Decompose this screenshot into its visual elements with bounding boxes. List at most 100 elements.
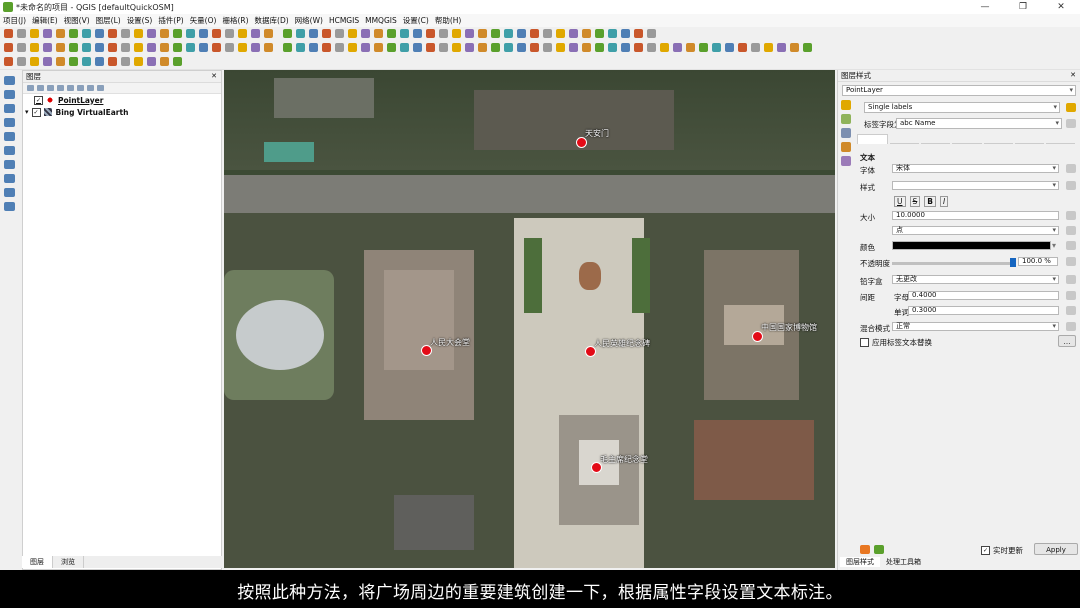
toolbar-tool-icon[interactable] — [634, 43, 643, 52]
tab-buffer-icon[interactable] — [921, 134, 951, 144]
toolbar-tool-icon[interactable] — [582, 43, 591, 52]
toolbar-tool-icon[interactable] — [134, 43, 143, 52]
toolbar-tool-icon[interactable] — [238, 43, 247, 52]
letter-spacing-override-icon[interactable] — [1066, 291, 1076, 300]
toolbar-tool-icon[interactable] — [30, 29, 39, 38]
manage-themes-icon[interactable] — [47, 85, 54, 91]
add-wfs-icon[interactable] — [4, 160, 15, 169]
size-input[interactable]: 10.0000 — [892, 211, 1059, 220]
toolbar-tool-icon[interactable] — [121, 29, 130, 38]
toolbar-tool-icon[interactable] — [43, 29, 52, 38]
toolbar-tool-icon[interactable] — [634, 29, 643, 38]
toolbar-tool-icon[interactable] — [121, 43, 130, 52]
toolbar-tool-icon[interactable] — [764, 43, 773, 52]
substitute-edit-button[interactable]: … — [1058, 335, 1076, 347]
toolbar-tool-icon[interactable] — [595, 29, 604, 38]
expand-chevron-icon[interactable]: ▾ — [25, 108, 29, 116]
toolbar-tool-icon[interactable] — [95, 29, 104, 38]
toolbar-tool-icon[interactable] — [439, 29, 448, 38]
add-vector-layer-icon[interactable] — [4, 76, 15, 85]
tab-placement-icon[interactable] — [1014, 134, 1044, 144]
toolbar-tool-icon[interactable] — [790, 43, 799, 52]
toolbar-tool-icon[interactable] — [387, 29, 396, 38]
filter-legend-icon[interactable] — [57, 85, 64, 91]
toolbar-tool-icon[interactable] — [238, 29, 247, 38]
toolbar-tool-icon[interactable] — [186, 29, 195, 38]
toolbar-tool-icon[interactable] — [30, 57, 39, 66]
toolbar-tool-icon[interactable] — [147, 29, 156, 38]
add-wms-icon[interactable] — [4, 146, 15, 155]
toolbar-tool-icon[interactable] — [296, 29, 305, 38]
toolbar-tool-icon[interactable] — [647, 43, 656, 52]
maximize-button[interactable]: ❐ — [1004, 0, 1042, 14]
blend-select[interactable]: 正常 — [892, 322, 1059, 331]
toolbar-tool-icon[interactable] — [504, 29, 513, 38]
toolbar-tool-icon[interactable] — [751, 43, 760, 52]
toolbar-tool-icon[interactable] — [322, 43, 331, 52]
tab-browser[interactable]: 浏览 — [53, 556, 84, 568]
toolbar-tool-icon[interactable] — [82, 29, 91, 38]
toolbar-tool-icon[interactable] — [335, 43, 344, 52]
font-override-icon[interactable] — [1066, 164, 1076, 173]
undo-icon[interactable] — [860, 545, 870, 554]
tab-background-icon[interactable] — [952, 134, 982, 144]
toolbar-tool-icon[interactable] — [517, 29, 526, 38]
expand-all-icon[interactable] — [77, 85, 84, 91]
menu-edit[interactable]: 编辑(E) — [29, 15, 61, 26]
opacity-slider-handle[interactable] — [1010, 258, 1016, 267]
toolbar-tool-icon[interactable] — [108, 29, 117, 38]
toolbar-tool-icon[interactable] — [212, 43, 221, 52]
diagrams-icon[interactable] — [841, 128, 851, 138]
unit-select[interactable]: 点 — [892, 226, 1059, 235]
toolbar-tool-icon[interactable] — [426, 43, 435, 52]
menu-view[interactable]: 视图(V) — [61, 15, 93, 26]
label-field-select[interactable]: abc Name — [896, 118, 1062, 129]
toolbar-tool-icon[interactable] — [160, 29, 169, 38]
toolbar-tool-icon[interactable] — [82, 57, 91, 66]
style-select[interactable] — [892, 181, 1059, 190]
add-postgis-icon[interactable] — [4, 132, 15, 141]
apply-button[interactable]: Apply — [1034, 543, 1078, 555]
toolbar-tool-icon[interactable] — [108, 43, 117, 52]
toolbar-tool-icon[interactable] — [322, 29, 331, 38]
toolbar-tool-icon[interactable] — [147, 57, 156, 66]
toolbar-tool-icon[interactable] — [582, 29, 591, 38]
toolbar-tool-icon[interactable] — [348, 43, 357, 52]
toolbar-tool-icon[interactable] — [621, 43, 630, 52]
toolbar-tool-icon[interactable] — [374, 43, 383, 52]
toolbar-tool-icon[interactable] — [660, 43, 669, 52]
toolbar-tool-icon[interactable] — [56, 29, 65, 38]
toolbar-tool-icon[interactable] — [608, 43, 617, 52]
menu-help[interactable]: 帮助(H) — [432, 15, 465, 26]
toolbar-tool-icon[interactable] — [264, 43, 273, 52]
tab-layers[interactable]: 图层 — [22, 556, 53, 568]
menu-settings-c[interactable]: 设置(C) — [400, 15, 432, 26]
toolbar-tool-icon[interactable] — [108, 57, 117, 66]
toolbar-tool-icon[interactable] — [251, 43, 260, 52]
toolbar-tool-icon[interactable] — [199, 43, 208, 52]
toolbar-tool-icon[interactable] — [309, 43, 318, 52]
toolbar-tool-icon[interactable] — [56, 57, 65, 66]
toolbar-tool-icon[interactable] — [413, 43, 422, 52]
add-raster-layer-icon[interactable] — [4, 90, 15, 99]
case-override-icon[interactable] — [1066, 275, 1076, 284]
toolbar-tool-icon[interactable] — [4, 29, 13, 38]
toolbar-tool-icon[interactable] — [595, 43, 604, 52]
toolbar-tool-icon[interactable] — [361, 43, 370, 52]
toolbar-tool-icon[interactable] — [777, 43, 786, 52]
collapse-all-icon[interactable] — [87, 85, 94, 91]
strikeout-button[interactable]: S — [909, 196, 921, 207]
toolbar-tool-icon[interactable] — [186, 43, 195, 52]
layer-row-bing[interactable]: ▾ ✓ Bing VirtualEarth — [23, 106, 221, 118]
toolbar-tool-icon[interactable] — [686, 43, 695, 52]
label-mode-select[interactable]: Single labels — [864, 102, 1060, 113]
toolbar-tool-icon[interactable] — [556, 29, 565, 38]
toolbar-tool-icon[interactable] — [465, 29, 474, 38]
menu-project[interactable]: 项目(J) — [0, 15, 29, 26]
add-wcs-icon[interactable] — [4, 174, 15, 183]
toolbar-tool-icon[interactable] — [452, 43, 461, 52]
toolbar-tool-icon[interactable] — [491, 43, 500, 52]
toolbar-tool-icon[interactable] — [673, 43, 682, 52]
toolbar-tool-icon[interactable] — [69, 29, 78, 38]
menu-mmqgis[interactable]: MMQGIS — [362, 16, 400, 25]
